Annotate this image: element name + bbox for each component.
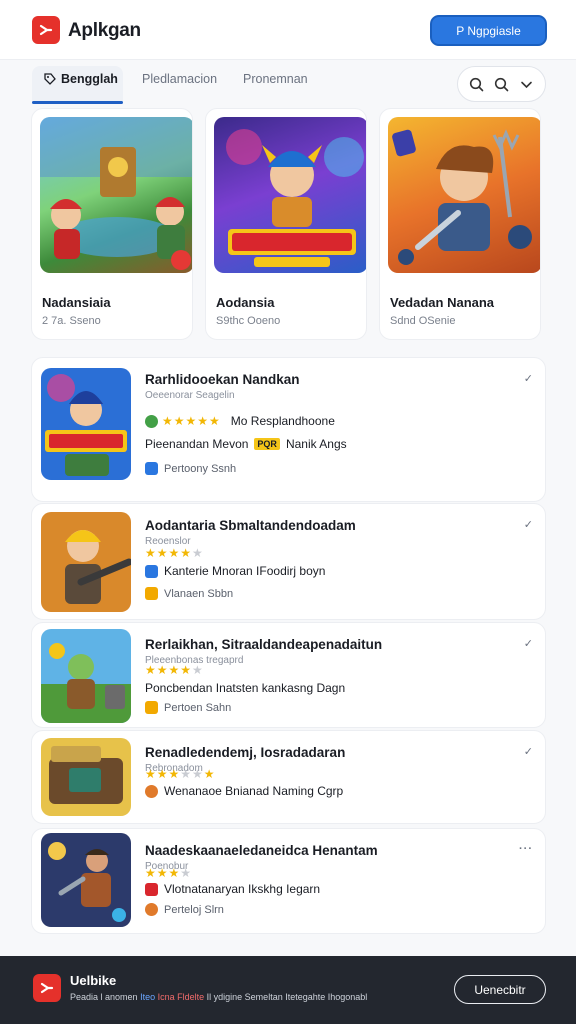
row-subtitle: Oeeenorar Seagelin bbox=[145, 390, 235, 401]
row-title: Renadledendemj, Iosradadaran bbox=[145, 745, 346, 760]
row-meta-text: Vlotnatanaryan Ikskhg Iegarn bbox=[164, 882, 321, 896]
tab-pledlamacion[interactable]: Pledlamacion bbox=[142, 72, 217, 86]
publisher-icon bbox=[145, 587, 158, 600]
chevron-down-icon[interactable] bbox=[516, 73, 538, 95]
row-meta-text: Poncbendan Inatsten kankasng Dagn bbox=[145, 681, 346, 695]
app-logo-icon[interactable] bbox=[33, 974, 61, 1002]
rating-stars: ★★★★★★ bbox=[145, 767, 216, 781]
featured-subtitle: Sdnd OSenie bbox=[390, 315, 456, 327]
list-item[interactable]: Rerlaikhan, Sitraaldandeapenadaitun Plee… bbox=[31, 622, 546, 728]
game-artwork bbox=[388, 117, 540, 273]
list-item[interactable]: Renadledendemj, Iosradadaran Rebronadom … bbox=[31, 730, 546, 824]
row-meta: Pieenandan Mevon PQR Nanik Angs bbox=[145, 437, 347, 451]
row-title: Aodantaria Sbmaltandendoadam bbox=[145, 518, 356, 533]
row-meta: Wenanaoe Bnianad Naming Cgrp bbox=[145, 784, 343, 798]
publisher-icon bbox=[145, 903, 158, 916]
app-header: Aplkgan P Ngpgiasle bbox=[0, 0, 576, 60]
banner-subtitle: Peadia l anomen Iteo Icna Fldelte Il ydi… bbox=[70, 992, 367, 1002]
app-logo-icon[interactable] bbox=[32, 16, 60, 44]
category-icon bbox=[145, 564, 158, 578]
row-footer: Perteloj Slrn bbox=[145, 903, 224, 916]
game-thumbnail bbox=[41, 738, 131, 816]
featured-card[interactable]: Vedadan Nanana Sdnd OSenie bbox=[379, 108, 541, 340]
game-thumbnail bbox=[41, 833, 131, 927]
row-meta-text: Wenanaoe Bnianad Naming Cgrp bbox=[164, 784, 344, 798]
featured-card[interactable]: Nadansiaia 2 7a. Sseno bbox=[31, 108, 193, 340]
tab-label: Bengglah bbox=[61, 72, 118, 86]
banner-title: Uelbike bbox=[70, 973, 117, 988]
banner-text: Peadia l anomen bbox=[70, 992, 138, 1002]
row-title: Rerlaikhan, Sitraaldandeapenadaitun bbox=[145, 637, 383, 652]
rating-stars: ★★★★★ bbox=[145, 546, 204, 560]
rating-stars: ★★★★★ bbox=[145, 663, 204, 677]
game-artwork bbox=[214, 117, 366, 273]
row-footer: Vlanaen Sbbn bbox=[145, 587, 233, 600]
featured-title: Vedadan Nanana bbox=[390, 295, 495, 310]
row-meta-text: Kanterie Mnoran IFoodirj boyn bbox=[164, 564, 326, 578]
rating-stars: ★★★★ bbox=[145, 866, 193, 880]
badge-tag: PQR bbox=[254, 438, 280, 450]
featured-subtitle: S9thc Ooeno bbox=[216, 315, 281, 327]
list-item[interactable]: Naadeskaanaeledaneidca Henantam Poenobur… bbox=[31, 828, 546, 934]
app-title: Aplkgan bbox=[68, 20, 141, 41]
banner-action-button[interactable]: Uenecbitr bbox=[454, 975, 546, 1004]
list-item[interactable]: Aodantaria Sbmaltandendoadam Reoenslor ★… bbox=[31, 503, 546, 620]
row-footer-text: Pertoony Ssnh bbox=[164, 462, 237, 475]
game-thumbnail bbox=[41, 368, 131, 480]
row-footer-text: Pertoen Sahn bbox=[164, 701, 232, 714]
tab-bar: Bengglah Pledlamacion Pronemnan bbox=[0, 60, 576, 108]
row-meta: Poncbendan Inatsten kankasng Dagn bbox=[145, 681, 345, 695]
chevron-down-icon[interactable]: ✓ bbox=[524, 518, 533, 531]
featured-title: Aodansia bbox=[216, 295, 275, 310]
bottom-banner: Uelbike Peadia l anomen Iteo Icna Fldelt… bbox=[0, 956, 576, 1024]
chevron-down-icon[interactable]: ✓ bbox=[524, 745, 533, 758]
row-footer-text: Perteloj Slrn bbox=[164, 903, 224, 916]
row-footer: Pertoen Sahn bbox=[145, 701, 231, 714]
game-thumbnail bbox=[41, 629, 131, 723]
medal-icon bbox=[145, 784, 158, 798]
tab-pronemnan[interactable]: Pronemnan bbox=[243, 72, 308, 86]
featured-subtitle: 2 7a. Sseno bbox=[42, 315, 101, 327]
row-meta: Vlotnatanaryan Ikskhg Iegarn bbox=[145, 882, 320, 896]
search-icon[interactable] bbox=[491, 73, 513, 95]
category-icon bbox=[145, 882, 158, 896]
banner-text-highlight: Iteo bbox=[140, 992, 156, 1002]
verified-icon bbox=[145, 414, 158, 428]
tab-underline bbox=[32, 101, 123, 104]
row-footer-text: Vlanaen Sbbn bbox=[164, 587, 234, 600]
row-meta: Kanterie Mnoran IFoodirj boyn bbox=[145, 564, 325, 578]
game-thumbnail bbox=[41, 512, 131, 612]
banner-text: Il ydigine Semeltan Itetegahte Ihogonabl bbox=[206, 992, 368, 1002]
tab-tools bbox=[457, 66, 546, 102]
chevron-down-icon[interactable]: ✓ bbox=[524, 372, 533, 385]
more-options-icon[interactable]: ··· bbox=[519, 843, 533, 855]
publisher-icon bbox=[145, 701, 158, 714]
header-cta-button[interactable]: P Ngpgiasle bbox=[430, 15, 547, 46]
tag-icon bbox=[44, 73, 56, 85]
banner-text-highlight: Icna Fldelte bbox=[157, 992, 205, 1002]
row-title: Naadeskaanaeledaneidca Henantam bbox=[145, 843, 378, 858]
row-meta-text: Pieenandan Mevon bbox=[145, 437, 249, 451]
featured-card[interactable]: Aodansia S9thc Ooeno bbox=[205, 108, 367, 340]
row-title: Rarhlidooekan Nandkan bbox=[145, 372, 300, 387]
list-item[interactable]: Rarhlidooekan Nandkan Oeeenorar Seagelin… bbox=[31, 357, 546, 502]
publisher-icon bbox=[145, 462, 158, 475]
row-footer: Pertoony Ssnh bbox=[145, 462, 236, 475]
tab-bengglah[interactable]: Bengglah bbox=[44, 72, 118, 86]
search-icon[interactable] bbox=[466, 73, 488, 95]
game-artwork bbox=[40, 117, 192, 273]
rating-stars: ★★★★★ Mo Resplandhoone bbox=[145, 414, 335, 428]
featured-title: Nadansiaia bbox=[42, 295, 111, 310]
chevron-down-icon[interactable]: ✓ bbox=[524, 637, 533, 650]
rating-label: Mo Resplandhoone bbox=[230, 414, 335, 428]
row-meta-tail: Nanik Angs bbox=[285, 437, 347, 451]
